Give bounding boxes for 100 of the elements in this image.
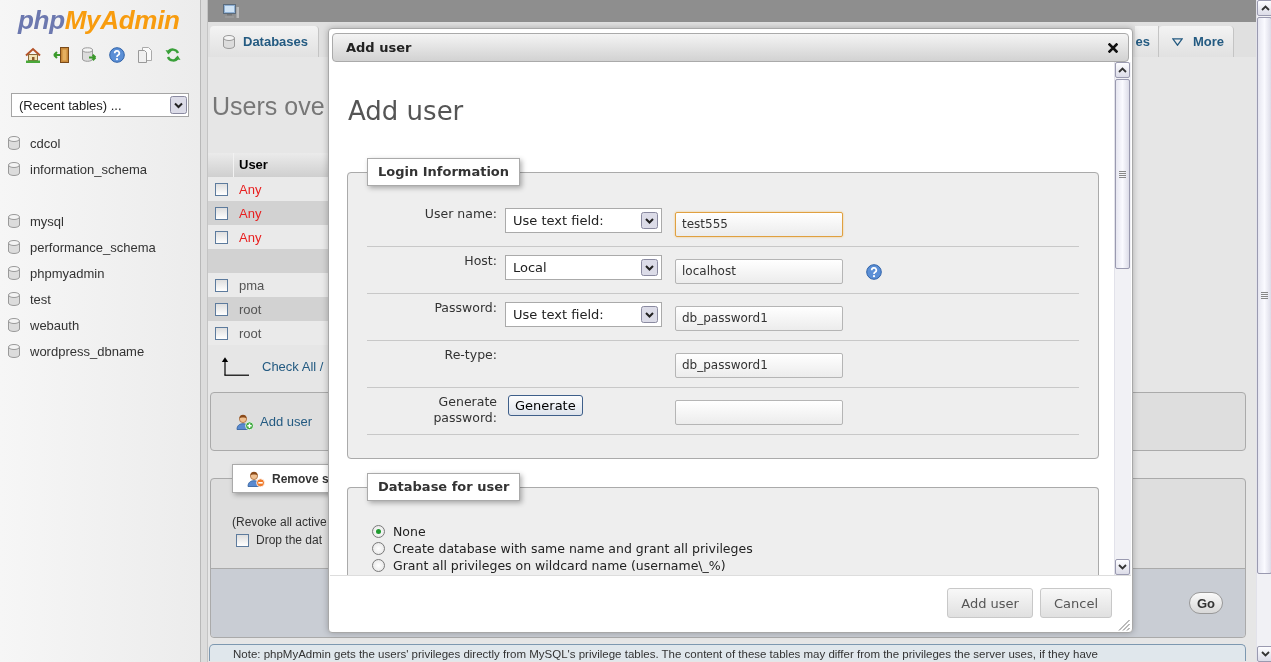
database-icon <box>8 240 20 254</box>
dialog-button[interactable]: Add user <box>947 588 1033 618</box>
close-icon <box>1108 42 1118 53</box>
caret-down-icon[interactable] <box>641 306 658 323</box>
user-remove-icon <box>247 470 265 487</box>
field-label: Re-type: <box>443 346 497 363</box>
option-label: None <box>393 524 426 539</box>
documents-icon[interactable] <box>137 47 153 63</box>
checkbox[interactable] <box>215 302 228 316</box>
dropdown[interactable]: Use text field: <box>505 302 662 327</box>
table-cell: Any <box>239 229 262 245</box>
dialog-heading: Add user <box>348 95 464 127</box>
dropdown[interactable]: Use text field: <box>505 208 662 233</box>
radio-button[interactable] <box>372 559 385 572</box>
tab[interactable]: Databases <box>210 26 320 57</box>
page-heading: Users ove <box>212 91 325 121</box>
checkbox[interactable] <box>236 533 249 547</box>
table-cell: root <box>239 325 262 341</box>
table-cell: Any <box>239 181 262 197</box>
scroll-up-button[interactable] <box>1115 62 1130 78</box>
dropdown[interactable]: Local <box>505 255 662 280</box>
scroll-up-button[interactable] <box>1257 0 1271 16</box>
section-legend: Login Information <box>367 158 521 186</box>
table-cell: Any <box>239 205 262 221</box>
radio-button[interactable] <box>372 525 385 538</box>
table-cell: root <box>239 301 262 317</box>
tab[interactable]: es <box>1135 26 1159 57</box>
input-field[interactable]: localhost <box>675 259 843 284</box>
caret-down-icon[interactable] <box>170 96 187 114</box>
database-link[interactable]: performance_schema <box>0 234 156 260</box>
database-icon <box>8 214 20 228</box>
checkbox[interactable] <box>215 206 228 220</box>
legend-text: Remove s <box>272 471 329 486</box>
checkbox[interactable] <box>215 230 228 244</box>
refresh-icon[interactable] <box>165 47 181 63</box>
database-icon <box>8 292 20 306</box>
help-icon[interactable] <box>866 264 882 280</box>
database-link[interactable]: test <box>0 286 51 312</box>
caret-up-icon <box>1118 67 1127 73</box>
checkbox[interactable] <box>215 326 228 340</box>
home-icon[interactable] <box>25 47 41 63</box>
database-icon <box>8 266 20 280</box>
dialog-button[interactable]: Cancel <box>1039 588 1112 618</box>
database-arrow-icon[interactable] <box>81 47 97 63</box>
database-link[interactable]: wordpress_dbname <box>0 338 145 364</box>
scrollbar[interactable] <box>1256 0 1271 662</box>
door-icon[interactable] <box>53 47 69 63</box>
scroll-down-button[interactable] <box>1115 559 1130 575</box>
scroll-thumb[interactable] <box>1257 17 1271 574</box>
computer-icon <box>223 4 239 18</box>
caret-down-icon[interactable] <box>641 259 658 276</box>
corner-arrow-icon <box>221 356 249 376</box>
field-label: Host: <box>463 252 497 269</box>
input-field[interactable]: test555 <box>675 212 843 237</box>
generate-button[interactable]: Generate <box>508 395 583 416</box>
resize-grip-icon[interactable] <box>1118 619 1130 631</box>
radio-button[interactable] <box>372 542 385 555</box>
database-icon <box>8 136 20 150</box>
help-icon[interactable] <box>109 47 125 63</box>
database-link[interactable]: webauth <box>0 312 80 338</box>
option-label: Create database with same name and grant all privileges <box>393 541 753 556</box>
dropdown[interactable]: (Recent tables) ... <box>11 93 189 117</box>
section-legend: Database for user <box>367 473 521 501</box>
field-label: User name: <box>423 205 497 222</box>
close-button[interactable] <box>1108 42 1118 53</box>
table-cell: pma <box>239 277 265 293</box>
database-icon <box>223 34 235 49</box>
database-link[interactable]: mysql <box>0 208 64 234</box>
caret-down-icon[interactable] <box>641 212 658 229</box>
check-all-link[interactable]: Check All / <box>262 358 324 374</box>
checkbox[interactable] <box>215 278 228 292</box>
logo[interactable]: phpMyAdmin <box>18 5 180 35</box>
input-field[interactable] <box>675 400 843 425</box>
user-add-icon <box>236 413 254 430</box>
field-label: Password: <box>433 299 497 316</box>
input-field[interactable]: db_password1 <box>675 353 843 378</box>
field-label: Generate password: <box>432 393 497 426</box>
go-button[interactable]: Go <box>1188 592 1223 614</box>
option-label: Grant all privileges on wildcard name (username\_%) <box>393 558 726 573</box>
triangle-down-icon <box>1171 37 1183 46</box>
hint-text: (Revoke all active <box>232 515 327 529</box>
add-user-link[interactable]: Add user <box>236 413 313 430</box>
caret-up-icon <box>1260 5 1270 11</box>
database-link[interactable]: cdcol <box>0 130 61 156</box>
caret-down-icon <box>1118 564 1127 570</box>
scrollbar[interactable] <box>1114 62 1131 575</box>
database-icon <box>8 162 20 176</box>
checkbox-label: Drop the dat <box>256 533 323 547</box>
scroll-thumb[interactable] <box>1115 79 1130 269</box>
checkbox[interactable] <box>215 182 228 196</box>
tab[interactable]: More <box>1158 26 1234 57</box>
database-icon <box>8 318 20 332</box>
input-field[interactable]: db_password1 <box>675 306 843 331</box>
database-link[interactable]: phpmyadmin <box>0 260 105 286</box>
database-link[interactable]: information_schema <box>0 156 148 182</box>
dialog-title: Add user <box>346 40 412 55</box>
caret-down-icon <box>1260 651 1270 657</box>
notice-box: Note: phpMyAdmin gets the users' privileges directly from MySQL's privilege tables. The content of these tables may differ from the privileges the server uses, if they have <box>209 644 1246 661</box>
scroll-down-button[interactable] <box>1257 646 1271 662</box>
database-icon <box>8 344 20 358</box>
